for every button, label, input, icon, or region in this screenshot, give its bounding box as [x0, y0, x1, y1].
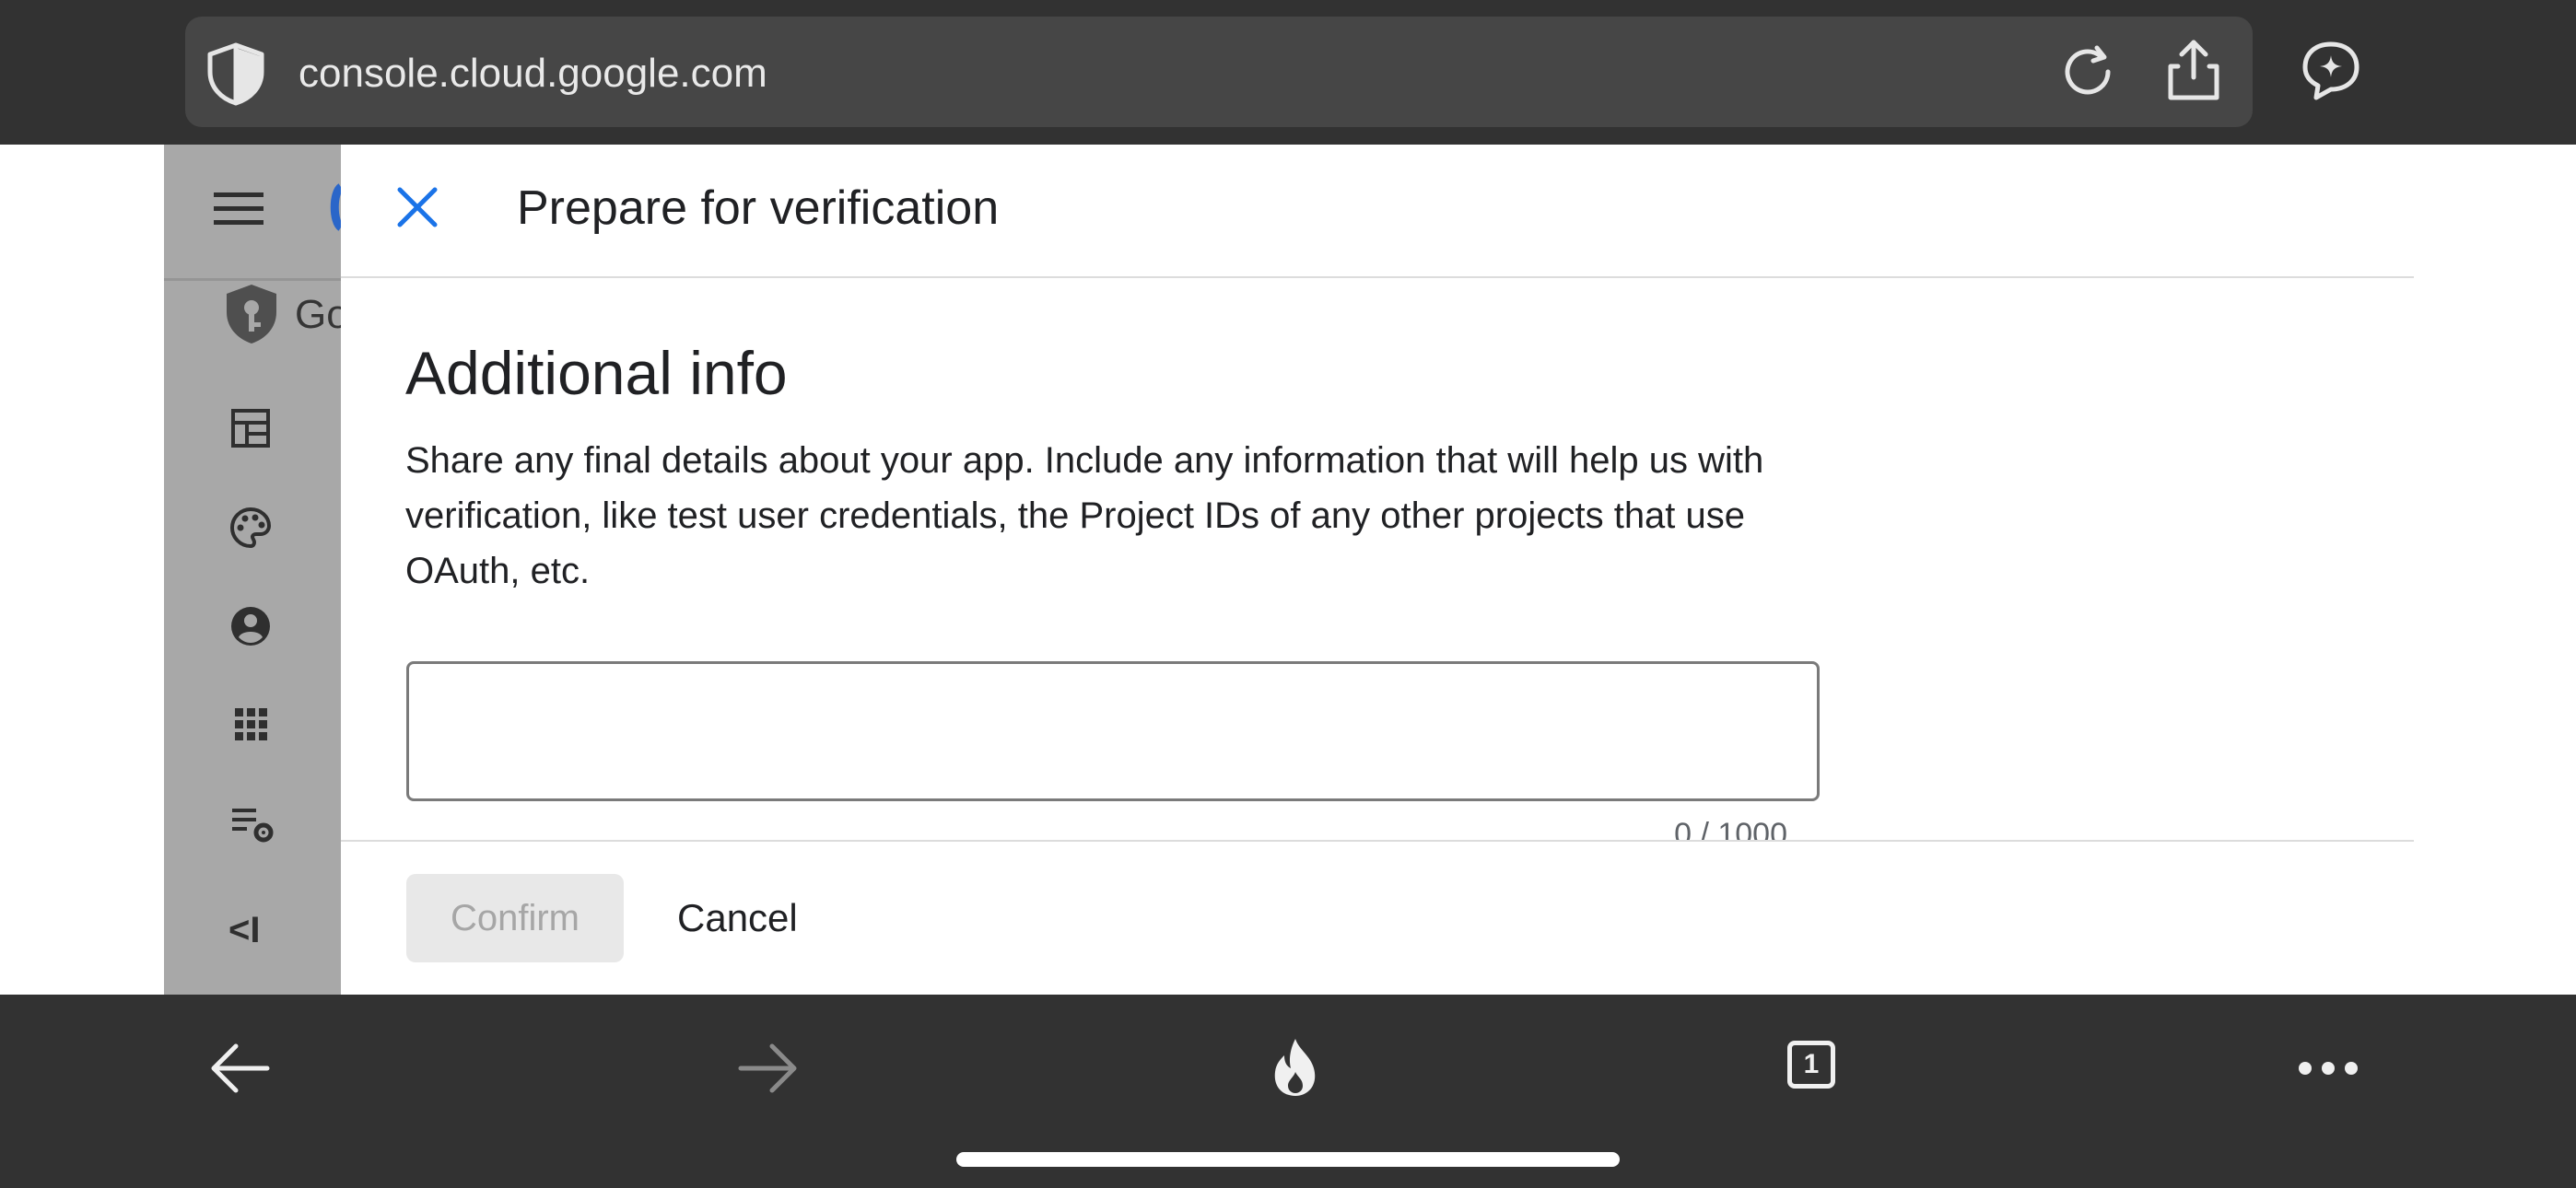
- char-count-clip: 0 / 1000: [1566, 810, 1787, 841]
- more-menu-icon[interactable]: [2296, 1057, 2360, 1079]
- char-counter: 0 / 1000: [1674, 817, 1787, 841]
- apps-grid-icon[interactable]: [233, 706, 270, 743]
- reload-icon[interactable]: [2056, 41, 2119, 103]
- tabs-count-icon[interactable]: 1: [1787, 1041, 1835, 1089]
- hamburger-menu-icon[interactable]: [212, 189, 265, 229]
- ai-chat-icon[interactable]: [2298, 37, 2364, 103]
- home-indicator: [956, 1152, 1620, 1167]
- dialog-footer-divider: [341, 840, 2414, 842]
- url-text[interactable]: console.cloud.google.com: [299, 46, 767, 101]
- dialog-header-divider: [341, 276, 2414, 278]
- branding-palette-icon[interactable]: [228, 506, 273, 550]
- google-cloud-logo-icon: [330, 183, 341, 231]
- share-icon[interactable]: [2161, 37, 2226, 103]
- fire-burn-icon[interactable]: [1268, 1035, 1323, 1100]
- audience-account-icon[interactable]: [230, 606, 271, 646]
- console-product-title: Go: [295, 292, 341, 337]
- section-description: Share any final details about your app. …: [405, 440, 1764, 591]
- section-title: Additional info: [405, 339, 788, 407]
- console-right-area: [2414, 145, 2576, 995]
- confirm-button[interactable]: Confirm: [406, 874, 624, 962]
- additional-info-textarea[interactable]: [406, 661, 1820, 801]
- close-icon[interactable]: [394, 184, 440, 230]
- dashboard-icon[interactable]: [230, 408, 271, 448]
- back-arrow-icon[interactable]: [208, 1039, 273, 1098]
- shield-icon[interactable]: [205, 41, 267, 107]
- security-key-shield-icon: [227, 285, 276, 344]
- cancel-button[interactable]: Cancel: [677, 874, 798, 962]
- console-divider: [164, 278, 341, 281]
- console-left-gutter: [0, 145, 164, 995]
- console-side-nav: [164, 145, 341, 995]
- dialog-title: Prepare for verification: [517, 181, 1000, 235]
- collapse-nav-icon[interactable]: <I: [228, 908, 260, 952]
- forward-arrow-icon[interactable]: [735, 1039, 800, 1098]
- data-access-settings-icon[interactable]: [230, 805, 276, 845]
